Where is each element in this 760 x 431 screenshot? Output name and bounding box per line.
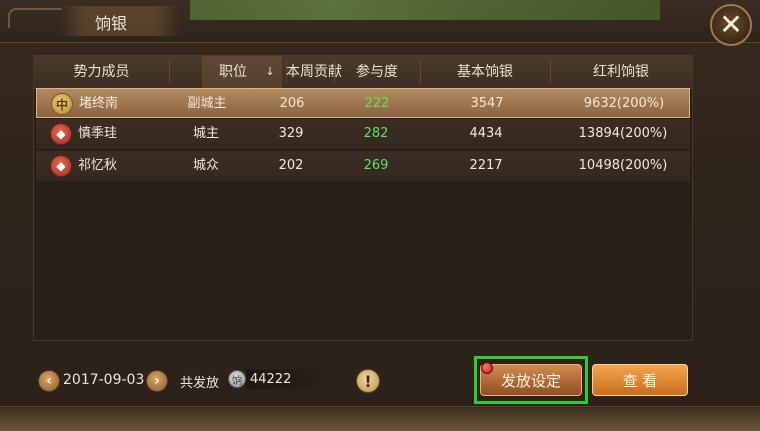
- member-role: 城主: [192, 126, 219, 141]
- chevron-left-icon: ‹: [46, 373, 52, 389]
- coin-glyph: 饷: [232, 375, 242, 387]
- member-name: 慎季珪: [78, 126, 118, 141]
- header-participation: 参与度: [356, 64, 398, 80]
- table-header: 势力成员 职位 ↓ 本周贡献 参与度 基本饷银 红利饷银: [34, 56, 692, 89]
- header-base-salary: 基本饷银: [457, 64, 513, 80]
- header-member: 势力成员: [73, 64, 130, 80]
- view-button-label: 查 看: [622, 371, 658, 390]
- header-separator: [169, 60, 170, 84]
- member-name: 祁忆秋: [78, 158, 118, 173]
- member-icon: ◆: [50, 155, 72, 177]
- distribution-settings-button[interactable]: 发放设定: [480, 364, 582, 396]
- total-value: 44222: [250, 372, 292, 387]
- member-bonus-salary: 9632(200%): [583, 96, 665, 111]
- member-role: 副城主: [187, 96, 227, 111]
- member-contribution: 202: [278, 158, 304, 173]
- member-bonus-salary: 10498(200%): [578, 158, 668, 173]
- date-display: 2017-09-03: [63, 372, 145, 388]
- info-button[interactable]: !: [356, 369, 380, 393]
- member-bonus-salary: 13894(200%): [578, 126, 668, 141]
- total-label: 共发放: [180, 376, 220, 391]
- next-date-button[interactable]: ›: [146, 370, 168, 392]
- member-contribution: 206: [279, 96, 305, 111]
- distribution-settings-label: 发放设定: [500, 371, 561, 390]
- member-base-salary: 3547: [470, 96, 504, 111]
- title-bar: 饷银: [0, 0, 760, 43]
- exclamation-icon: !: [364, 371, 372, 391]
- member-participation: 222: [364, 96, 390, 111]
- chevron-right-icon: ›: [154, 373, 160, 389]
- vice-lord-icon: 中: [51, 93, 73, 115]
- header-bonus-salary: 红利饷银: [593, 64, 649, 80]
- table-row[interactable]: ◆ 祁忆秋 城众 202 269 2217 10498(200%): [36, 151, 690, 181]
- bottom-frame-edge: [0, 406, 760, 431]
- notification-dot-icon: [481, 362, 493, 374]
- prev-date-button[interactable]: ‹: [38, 370, 60, 392]
- member-role: 城众: [192, 158, 219, 173]
- table-row[interactable]: 中 堵终南 副城主 206 222 3547 9632(200%): [36, 88, 690, 118]
- background-strip: [190, 0, 660, 20]
- salary-window: 饷银 ✕ 势力成员 职位 ↓ 本周贡献 参与度 基本饷银 红利饷银 中 堵终南 …: [0, 0, 760, 431]
- table-row[interactable]: ◆ 慎季珪 城主 329 282 4434 13894(200%): [36, 119, 690, 149]
- member-contribution: 329: [278, 126, 304, 141]
- member-base-salary: 4434: [469, 126, 503, 141]
- member-name: 堵终南: [79, 96, 119, 111]
- close-button[interactable]: ✕: [710, 4, 752, 46]
- silver-coin-icon: 饷: [228, 370, 246, 388]
- window-title: 饷银: [95, 14, 128, 33]
- lord-icon: ◆: [50, 123, 72, 145]
- member-participation: 269: [363, 158, 389, 173]
- member-base-salary: 2217: [469, 158, 503, 173]
- close-icon: ✕: [719, 8, 743, 41]
- title-ornament: [8, 8, 62, 28]
- view-button[interactable]: 查 看: [592, 364, 688, 396]
- member-participation: 282: [363, 126, 389, 141]
